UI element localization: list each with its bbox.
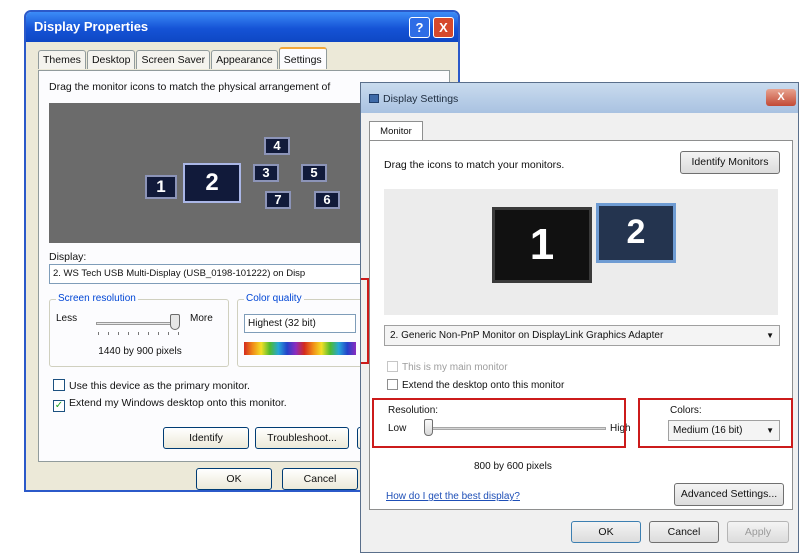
extend-desktop-label: Extend the desktop onto this monitor (402, 380, 565, 391)
color-quality-select[interactable]: Highest (32 bit) (244, 314, 356, 333)
less-label: Less (56, 313, 78, 324)
tab-settings[interactable]: Settings (278, 47, 327, 69)
monitor-2[interactable]: 2 (183, 163, 241, 203)
monitor-1[interactable]: 1 (145, 175, 177, 199)
vista-monitor-panel: Drag the icons to match your monitors. I… (369, 140, 793, 510)
checkbox-unchecked-icon (387, 361, 398, 372)
vista-close-button[interactable]: X (766, 89, 796, 106)
extend-desktop-checkbox[interactable]: Extend the desktop onto this monitor (387, 379, 564, 391)
xp-instruction: Drag the monitor icons to match the phys… (49, 81, 331, 93)
resolution-slider-ticks (98, 332, 180, 335)
monitor-4[interactable]: 4 (264, 137, 290, 155)
monitor-1[interactable]: 1 (492, 207, 592, 283)
display-settings-window: Display Settings X Monitor Drag the icon… (360, 82, 799, 553)
close-button[interactable]: X (433, 17, 454, 38)
xp-window-title: Display Properties (34, 19, 149, 34)
checkbox-unchecked-icon[interactable] (387, 379, 398, 390)
adapter-value: 2. Generic Non-PnP Monitor on DisplayLin… (390, 330, 664, 341)
xp-ok-button[interactable]: OK (196, 468, 272, 490)
vista-cancel-button[interactable]: Cancel (649, 521, 719, 543)
monitor-6[interactable]: 6 (314, 191, 340, 209)
colors-highlight-box (638, 398, 793, 448)
resolution-highlight-box (372, 398, 626, 448)
identify-button[interactable]: Identify (163, 427, 249, 449)
resolution-slider-thumb[interactable] (170, 314, 180, 330)
resolution-slider-track[interactable] (96, 322, 178, 325)
main-monitor-label: This is my main monitor (402, 362, 508, 373)
xp-tab-strip: Themes Desktop Screen Saver Appearance S… (38, 47, 328, 69)
extend-desktop-checkbox[interactable]: ✓ Extend my Windows desktop onto this mon… (53, 397, 287, 412)
color-quality-caption: Color quality (244, 293, 304, 304)
resolution-value: 800 by 600 pixels (474, 461, 552, 472)
color-spectrum-bar (244, 342, 356, 355)
identify-monitors-button[interactable]: Identify Monitors (680, 151, 780, 174)
more-label: More (190, 313, 213, 324)
tab-screen-saver[interactable]: Screen Saver (136, 50, 211, 69)
tab-appearance[interactable]: Appearance (211, 50, 278, 69)
troubleshoot-button[interactable]: Troubleshoot... (255, 427, 349, 449)
primary-monitor-checkbox[interactable]: Use this device as the primary monitor. (53, 379, 250, 392)
main-monitor-checkbox: This is my main monitor (387, 361, 508, 373)
xp-title-bar[interactable]: Display Properties ? X (26, 12, 458, 42)
vista-instruction: Drag the icons to match your monitors. (384, 159, 565, 171)
extend-desktop-label: Extend my Windows desktop onto this moni… (69, 397, 287, 409)
tab-themes[interactable]: Themes (38, 50, 86, 69)
advanced-settings-button[interactable]: Advanced Settings... (674, 483, 784, 506)
display-label: Display: (49, 251, 87, 263)
resolution-value: 1440 by 900 pixels (98, 346, 182, 357)
monitor-5[interactable]: 5 (301, 164, 327, 182)
checkbox-checked-icon[interactable]: ✓ (53, 400, 65, 412)
monitor-3[interactable]: 3 (253, 164, 279, 182)
monitor-2[interactable]: 2 (596, 203, 676, 263)
monitor-icon (369, 94, 379, 103)
chevron-down-icon: ▼ (766, 331, 774, 340)
help-button[interactable]: ? (409, 17, 430, 38)
tab-desktop[interactable]: Desktop (86, 50, 136, 69)
xp-edge-highlight (361, 278, 369, 364)
screen-resolution-group: Screen resolution Less More 1440 by 900 … (49, 293, 229, 367)
monitor-7[interactable]: 7 (265, 191, 291, 209)
vista-title-bar[interactable]: Display Settings X (361, 83, 798, 113)
xp-cancel-button[interactable]: Cancel (282, 468, 358, 490)
vista-monitor-arrangement: 1 2 (384, 189, 778, 315)
monitor-adapter-select[interactable]: 2. Generic Non-PnP Monitor on DisplayLin… (384, 325, 780, 346)
vista-apply-button[interactable]: Apply (727, 521, 789, 543)
vista-ok-button[interactable]: OK (571, 521, 641, 543)
vista-window-title: Display Settings (383, 93, 459, 105)
screen-resolution-caption: Screen resolution (56, 293, 138, 304)
help-link[interactable]: How do I get the best display? (386, 491, 520, 502)
tab-monitor[interactable]: Monitor (369, 121, 423, 141)
checkbox-unchecked-icon[interactable] (53, 379, 65, 391)
primary-monitor-label: Use this device as the primary monitor. (69, 380, 250, 392)
